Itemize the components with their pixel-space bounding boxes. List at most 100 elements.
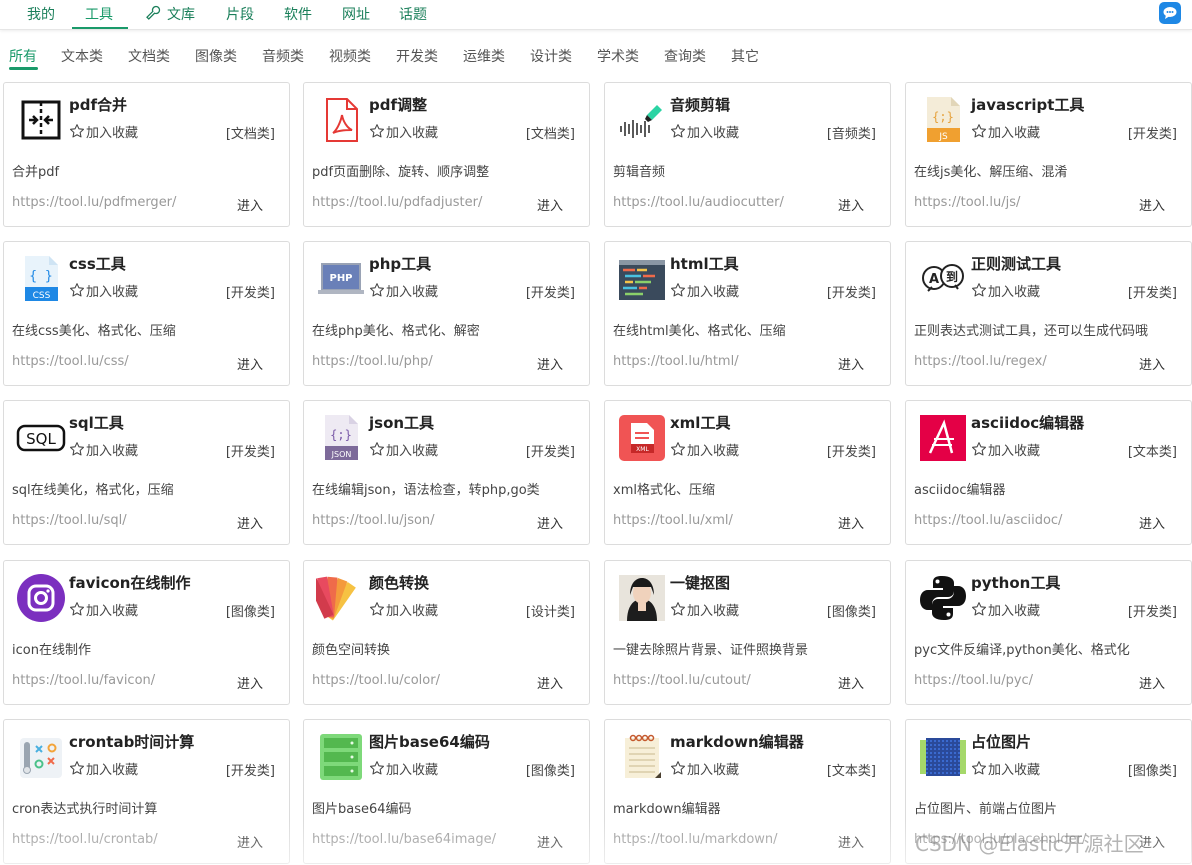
enter-button[interactable]: 进入 [237,673,263,692]
tool-url[interactable]: https://tool.lu/js/ [914,195,1020,210]
enter-button[interactable]: 进入 [838,832,864,851]
tool-url[interactable]: https://tool.lu/base64image/ [312,832,496,847]
nav-item-library[interactable]: 文库 [167,4,195,24]
add-favorite-button[interactable]: 加入收藏 [69,440,138,459]
add-favorite-button[interactable]: 加入收藏 [971,281,1040,300]
tool-card[interactable]: {;} JS javascript工具 加入收藏 [开发类] 在线js美化、解压缩、混淆 h… [905,82,1192,227]
tool-card[interactable]: markdown编辑器 加入收藏 [文本类] markdown编辑器 https://t… [604,719,891,864]
add-favorite-button[interactable]: 加入收藏 [69,122,138,141]
tool-url[interactable]: https://tool.lu/cutout/ [613,673,751,688]
tool-title[interactable]: sql工具 [69,412,124,433]
tool-title[interactable]: 图片base64编码 [369,731,490,752]
tool-url[interactable]: https://tool.lu/css/ [12,354,129,369]
tab-academic[interactable]: 学术类 [597,46,639,66]
tab-docs[interactable]: 文档类 [128,46,170,66]
nav-item-urls[interactable]: 网址 [342,4,370,24]
tool-card[interactable]: { } CSS css工具 加入收藏 [开发类] 在线css美化、格式化、压缩 https:… [3,241,290,386]
tool-card[interactable]: asciidoc编辑器 加入收藏 [文本类] asciidoc编辑器 https://t… [905,400,1192,545]
add-favorite-button[interactable]: 加入收藏 [971,759,1040,778]
tab-all[interactable]: 所有 [9,46,37,66]
tool-title[interactable]: 正则测试工具 [971,253,1061,274]
tool-url[interactable]: https://tool.lu/html/ [613,354,739,369]
enter-button[interactable]: 进入 [537,354,563,373]
add-favorite-button[interactable]: 加入收藏 [670,440,739,459]
tab-query[interactable]: 查询类 [664,46,706,66]
add-favorite-button[interactable]: 加入收藏 [369,440,438,459]
tool-url[interactable]: https://tool.lu/audiocutter/ [613,195,784,210]
enter-button[interactable]: 进入 [1139,195,1165,214]
enter-button[interactable]: 进入 [1139,354,1165,373]
tool-url[interactable]: https://tool.lu/color/ [312,673,440,688]
tab-ops[interactable]: 运维类 [463,46,505,66]
add-favorite-button[interactable]: 加入收藏 [369,122,438,141]
tool-card[interactable]: 图片base64编码 加入收藏 [图像类] 图片base64编码 https://too… [303,719,590,864]
tab-image[interactable]: 图像类 [195,46,237,66]
tool-card[interactable]: html工具 加入收藏 [开发类] 在线html美化、格式化、压缩 https://to… [604,241,891,386]
enter-button[interactable]: 进入 [537,673,563,692]
tab-dev[interactable]: 开发类 [396,46,438,66]
nav-item-topics[interactable]: 话题 [399,4,427,24]
enter-button[interactable]: 进入 [838,195,864,214]
tool-card[interactable]: 一键抠图 加入收藏 [图像类] 一键去除照片背景、证件照换背景 https://tool… [604,560,891,705]
tab-text[interactable]: 文本类 [61,46,103,66]
tool-title[interactable]: python工具 [971,572,1060,593]
tool-card[interactable]: pdf调整 加入收藏 [文档类] pdf页面删除、旋转、顺序调整 https://too… [303,82,590,227]
nav-item-tools[interactable]: 工具 [85,4,113,24]
tool-url[interactable]: https://tool.lu/favicon/ [12,673,155,688]
tool-url[interactable]: https://tool.lu/pdfadjuster/ [312,195,482,210]
tool-url[interactable]: https://tool.lu/json/ [312,513,435,528]
nav-item-mine[interactable]: 我的 [27,4,55,24]
tab-video[interactable]: 视频类 [329,46,371,66]
enter-button[interactable]: 进入 [838,513,864,532]
tool-title[interactable]: 颜色转换 [369,572,429,593]
enter-button[interactable]: 进入 [838,673,864,692]
tool-url[interactable]: https://tool.lu/pyc/ [914,673,1033,688]
tab-audio[interactable]: 音频类 [262,46,304,66]
enter-button[interactable]: 进入 [237,832,263,851]
add-favorite-button[interactable]: 加入收藏 [670,759,739,778]
tool-card[interactable]: SQL sql工具 加入收藏 [开发类] sql在线美化，格式化，压缩 https://t… [3,400,290,545]
enter-button[interactable]: 进入 [838,354,864,373]
enter-button[interactable]: 进入 [537,195,563,214]
add-favorite-button[interactable]: 加入收藏 [369,281,438,300]
tool-card[interactable]: 音频剪辑 加入收藏 [音频类] 剪辑音频 https://tool.lu/audiocu… [604,82,891,227]
add-favorite-button[interactable]: 加入收藏 [69,759,138,778]
add-favorite-button[interactable]: 加入收藏 [69,281,138,300]
tool-card[interactable]: 颜色转换 加入收藏 [设计类] 颜色空间转换 https://tool.lu/color… [303,560,590,705]
tool-title[interactable]: pdf合并 [69,94,127,115]
enter-button[interactable]: 进入 [1139,673,1165,692]
tool-title[interactable]: css工具 [69,253,126,274]
add-favorite-button[interactable]: 加入收藏 [369,600,438,619]
tool-title[interactable]: crontab时间计算 [69,731,194,752]
nav-item-software[interactable]: 软件 [284,4,312,24]
tab-other[interactable]: 其它 [731,46,759,66]
tool-card[interactable]: crontab时间计算 加入收藏 [开发类] cron表达式执行时间计算 https:/… [3,719,290,864]
tool-title[interactable]: favicon在线制作 [69,572,190,593]
tool-card[interactable]: favicon在线制作 加入收藏 [图像类] icon在线制作 https://tool… [3,560,290,705]
tool-card[interactable]: XML xml工具 加入收藏 [开发类] xml格式化、压缩 https://tool.l… [604,400,891,545]
tool-title[interactable]: php工具 [369,253,431,274]
tool-url[interactable]: https://tool.lu/asciidoc/ [914,513,1062,528]
add-favorite-button[interactable]: 加入收藏 [670,281,739,300]
tool-title[interactable]: 占位图片 [971,731,1031,752]
enter-button[interactable]: 进入 [1139,513,1165,532]
tool-title[interactable]: pdf调整 [369,94,427,115]
add-favorite-button[interactable]: 加入收藏 [369,759,438,778]
enter-button[interactable]: 进入 [537,513,563,532]
add-favorite-button[interactable]: 加入收藏 [971,600,1040,619]
tab-design[interactable]: 设计类 [530,46,572,66]
enter-button[interactable]: 进入 [237,195,263,214]
tool-url[interactable]: https://tool.lu/regex/ [914,354,1047,369]
enter-button[interactable]: 进入 [237,354,263,373]
tool-url[interactable]: https://tool.lu/php/ [312,354,433,369]
tool-title[interactable]: html工具 [670,253,739,274]
tool-title[interactable]: 一键抠图 [670,572,730,593]
tool-card[interactable]: {;} JSON json工具 加入收藏 [开发类] 在线编辑json，语法检查，转php… [303,400,590,545]
chat-button[interactable] [1159,2,1181,24]
tool-url[interactable]: https://tool.lu/crontab/ [12,832,158,847]
tool-url[interactable]: https://tool.lu/sql/ [12,513,127,528]
tool-card[interactable]: pdf合并 加入收藏 [文档类] 合并pdf https://tool.lu/pdfme… [3,82,290,227]
tool-url[interactable]: https://tool.lu/xml/ [613,513,733,528]
tool-url[interactable]: https://tool.lu/pdfmerger/ [12,195,176,210]
tool-title[interactable]: markdown编辑器 [670,731,804,752]
